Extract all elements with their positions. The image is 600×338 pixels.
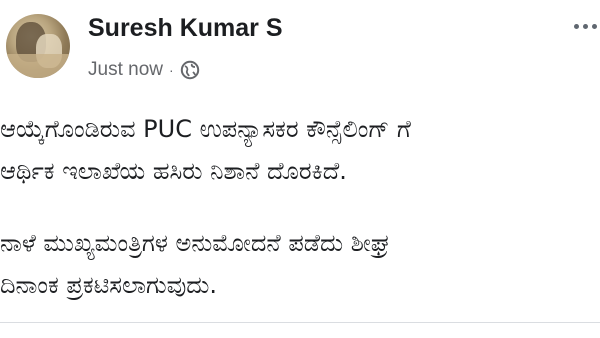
post-body: ಆಯ್ಕೆಗೊಂಡಿರುವ PUC ಉಪನ್ಯಾಸಕರ ಕೌನ್ಸೆಲಿಂಗ್ …	[0, 0, 600, 338]
post-text-line: ನಾಳೆ ಮುಖ್ಯಮಂತ್ರಿಗಳ ಅನುಮೋದನೆ ಪಡೆದು ಶೀಘ್ರ	[0, 229, 390, 257]
post-text-line: ಆಯ್ಕೆಗೊಂಡಿರುವ PUC ಉಪನ್ಯಾಸಕರ ಕೌನ್ಸೆಲಿಂಗ್ …	[0, 115, 411, 143]
post-divider	[0, 322, 600, 323]
post-text-line: ದಿನಾಂಕ ಪ್ರಕಟಿಸಲಾಗುವುದು.	[0, 271, 218, 299]
post-text-line: ಆರ್ಥಿಕ ಇಲಾಖೆಯ ಹಸಿರು ನಿಶಾನೆ ದೊರಕಿದೆ.	[0, 157, 347, 185]
facebook-post: Suresh Kumar S Just now · ಆಯ್ಕೆಗೊಂಡಿರುವ …	[0, 0, 600, 338]
